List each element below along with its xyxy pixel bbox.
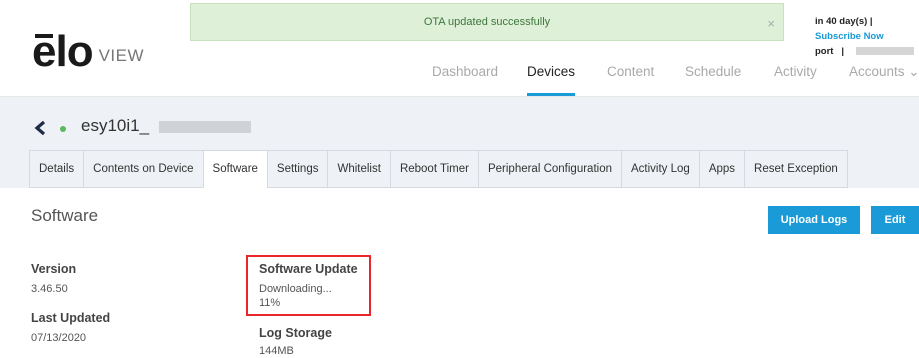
tab-apps[interactable]: Apps xyxy=(698,150,745,188)
tab-details[interactable]: Details xyxy=(29,150,84,188)
tab-activity-log[interactable]: Activity Log xyxy=(621,150,699,188)
tab-reset-exception[interactable]: Reset Exception xyxy=(744,150,848,188)
success-toast: OTA updated successfully × xyxy=(190,3,784,41)
highlight-box xyxy=(246,255,371,316)
log-storage-value: 144MB xyxy=(259,345,294,357)
device-name: esy10i1_ xyxy=(81,116,150,135)
elo-view-logo[interactable]: elo VIEW xyxy=(32,27,145,76)
toast-message: OTA updated successfully xyxy=(423,16,551,28)
tab-peripheral-configuration[interactable]: Peripheral Configuration xyxy=(477,150,621,188)
chevron-left-icon[interactable] xyxy=(33,120,47,136)
nav-devices[interactable]: Devices xyxy=(527,64,575,79)
redacted-device-id xyxy=(159,121,251,133)
upload-logs-button[interactable]: Upload Logs xyxy=(768,206,860,234)
redacted-username xyxy=(856,47,915,56)
separator: | xyxy=(841,46,845,57)
tab-whitelist[interactable]: Whitelist xyxy=(327,150,390,188)
nav-content[interactable]: Content xyxy=(607,64,654,79)
tab-software[interactable]: Software xyxy=(202,150,267,188)
last-updated-label: Last Updated xyxy=(31,311,111,325)
nav-activity[interactable]: Activity xyxy=(774,64,817,79)
last-updated-value: 07/13/2020 xyxy=(31,332,87,344)
account-links: in 40 day(s) | Subscribe Now port | xyxy=(815,14,919,59)
close-icon[interactable]: × xyxy=(767,16,775,31)
logo-product: VIEW xyxy=(98,46,145,65)
logo-brand: elo xyxy=(32,27,94,76)
tab-settings[interactable]: Settings xyxy=(266,150,328,188)
nav-schedule[interactable]: Schedule xyxy=(685,64,741,79)
trial-notice: in 40 day(s) | xyxy=(815,16,873,27)
nav-accounts[interactable]: Accounts ⌄ xyxy=(849,64,919,80)
tab-reboot-timer[interactable]: Reboot Timer xyxy=(389,150,478,188)
support-link[interactable]: port xyxy=(815,46,833,57)
device-tabs: Details Contents on Device Software Sett… xyxy=(29,150,848,188)
log-storage-label: Log Storage xyxy=(259,326,332,340)
nav-dashboard[interactable]: Dashboard xyxy=(432,64,498,79)
section-title: Software xyxy=(31,206,99,225)
online-status-dot xyxy=(60,126,66,132)
subscribe-link[interactable]: Subscribe Now xyxy=(815,31,884,42)
version-value: 3.46.50 xyxy=(31,283,68,295)
tab-contents-on-device[interactable]: Contents on Device xyxy=(83,150,203,188)
version-label: Version xyxy=(31,262,77,276)
edit-button[interactable]: Edit xyxy=(871,206,919,234)
